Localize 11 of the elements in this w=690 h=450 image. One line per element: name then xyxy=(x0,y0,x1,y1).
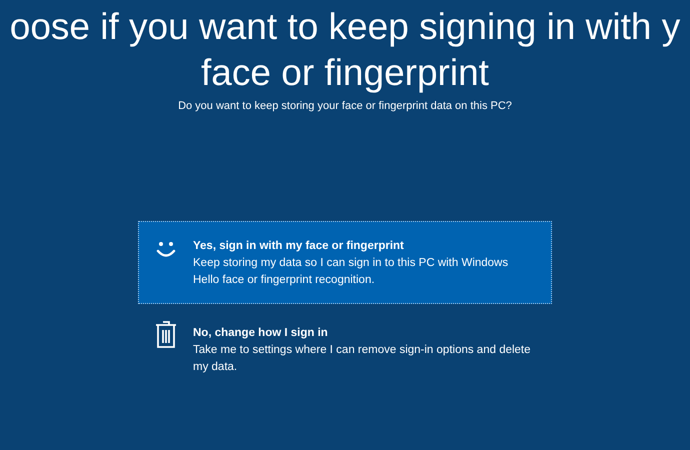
page-title: face or fingerprint xyxy=(201,51,489,95)
subtitle: Do you want to keep storing your face or fingerprint data on this PC? xyxy=(178,99,512,114)
trash-icon xyxy=(155,320,177,348)
smiley-icon xyxy=(155,240,177,260)
option-button[interactable]: No, change how I sign in Take me to settings where I can remove sign-in options and delete my data. xyxy=(138,308,552,390)
option-description: Take me to settings where I can remove sign-in options and delete my data. xyxy=(193,342,532,374)
option-title: Yes, sign in with my face or fingerprint xyxy=(193,238,405,254)
option-description: Keep storing my data so I can sign in to this PC with Windows Hello face or fingerprint recognition. xyxy=(193,256,510,288)
option-title: No, change how I sign in xyxy=(193,326,329,340)
option-button[interactable]: Yes, sign in with my face or fingerprint Keep storing my data so I can sign in to this PC with Windows Hello face or fingerprint recognition. xyxy=(138,220,552,304)
page-title: oose if you want to keep signing in with y xyxy=(10,5,680,49)
